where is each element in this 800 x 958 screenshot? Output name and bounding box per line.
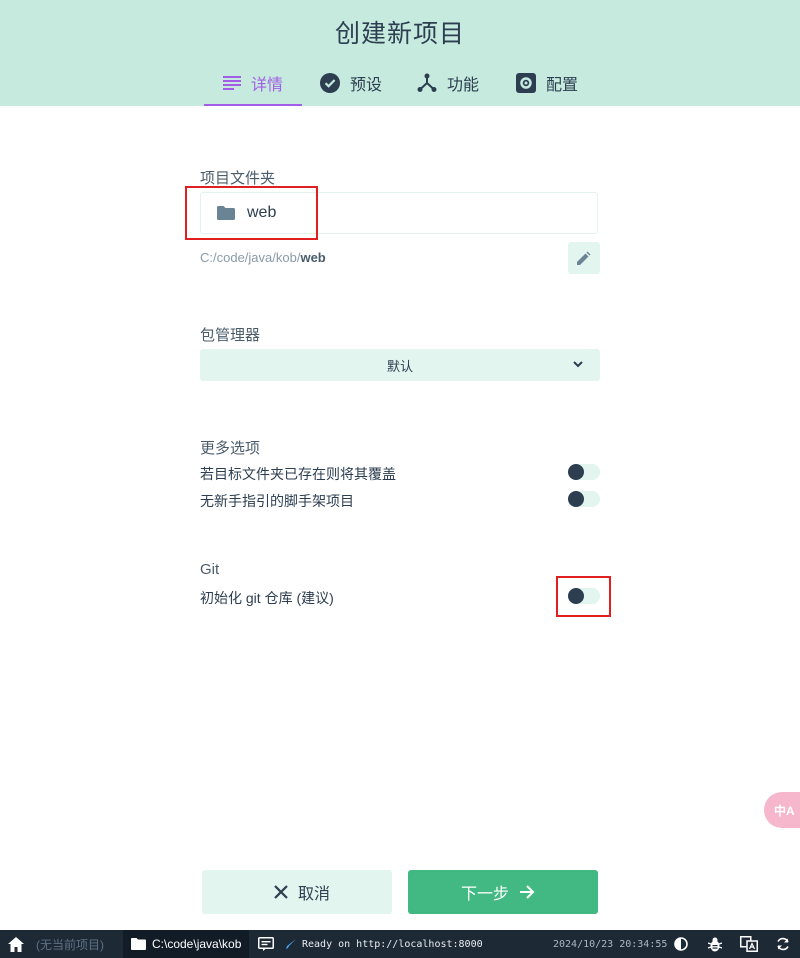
success-brush-icon [286,939,296,949]
folder-path-name: web [300,250,326,265]
tab-presets[interactable]: 预设 [320,62,382,104]
contrast-icon [674,937,688,951]
git-section-label: Git [200,561,220,578]
close-icon [274,885,288,899]
features-icon [417,73,437,92]
annotation-highlight-folder [185,186,318,240]
status-bar: (无当前项目) C:\code\java\kob Ready on http:/… [0,930,800,958]
header: 创建新项目 详情 预设 功能 配置 [0,0,800,106]
tab-bar: 详情 预设 功能 配置 [0,62,800,106]
package-manager-value: 默认 [386,358,413,374]
toggle-knob [568,491,584,507]
annotation-highlight-git [556,576,611,617]
log-button[interactable] [258,930,274,958]
tab-features-label: 功能 [447,77,480,94]
edit-path-button[interactable] [568,242,600,274]
settings-icon [516,73,536,93]
log-message-text: Ready on http://localhost:8000 [302,938,483,950]
folder-path: C:/code/java/kob/web [200,250,326,265]
option-row-git-init: 初始化 git 仓库 (建议) [200,586,600,606]
page-title: 创建新项目 [334,20,465,48]
cancel-label: 取消 [297,886,330,903]
pencil-icon [577,251,591,265]
details-icon [222,76,241,90]
bug-icon [708,937,722,951]
tab-config[interactable]: 配置 [516,62,578,104]
folder-icon [131,938,146,950]
package-manager-select[interactable]: 默认 [200,349,600,381]
current-project-status[interactable]: (无当前项目) [36,930,104,958]
translate-widget[interactable]: 中A [764,792,800,828]
translate-icon: 中A [774,803,795,818]
overwrite-toggle[interactable] [568,464,600,480]
arrow-right-icon [520,885,535,899]
cancel-button[interactable]: 取消 [202,870,392,914]
package-manager-label: 包管理器 [200,327,261,344]
next-label: 下一步 [460,886,509,903]
folder-path-prefix: C:/code/java/kob/ [200,250,301,265]
home-icon [8,936,24,952]
refresh-icon [777,937,789,951]
console-icon [258,937,274,951]
more-options-label: 更多选项 [200,440,261,457]
tab-details[interactable]: 详情 [204,62,302,106]
option-no-guide-label: 无新手指引的脚手架项目 [200,493,354,509]
git-init-label: 初始化 git 仓库 (建议) [200,590,334,606]
log-message: Ready on http://localhost:8000 [285,930,483,958]
tab-config-label: 配置 [546,77,579,94]
status-datetime: 2024/10/23 20:34:55 [553,938,668,950]
no-guide-toggle[interactable] [568,491,600,507]
check-circle-icon [320,73,340,93]
cwd-text: C:\code\java\kob [152,937,242,951]
option-row-overwrite: 若目标文件夹已存在则将其覆盖 [200,462,600,482]
option-overwrite-label: 若目标文件夹已存在则将其覆盖 [200,466,396,482]
home-button[interactable] [8,930,24,958]
refresh-button[interactable] [773,930,793,958]
dark-mode-toggle[interactable] [671,930,691,958]
next-button[interactable]: 下一步 [408,870,598,914]
tab-details-label: 详情 [250,77,283,94]
folder-section-label: 项目文件夹 [200,170,276,187]
language-button[interactable] [739,930,759,958]
tab-features[interactable]: 功能 [417,62,479,104]
translate-icon [740,936,758,952]
cwd-button[interactable]: C:\code\java\kob [123,930,250,958]
option-row-no-guide: 无新手指引的脚手架项目 [200,489,600,509]
toggle-knob [568,464,584,480]
chevron-down-icon [572,358,584,370]
tab-presets-label: 预设 [350,77,383,94]
bug-report-button[interactable] [705,930,725,958]
